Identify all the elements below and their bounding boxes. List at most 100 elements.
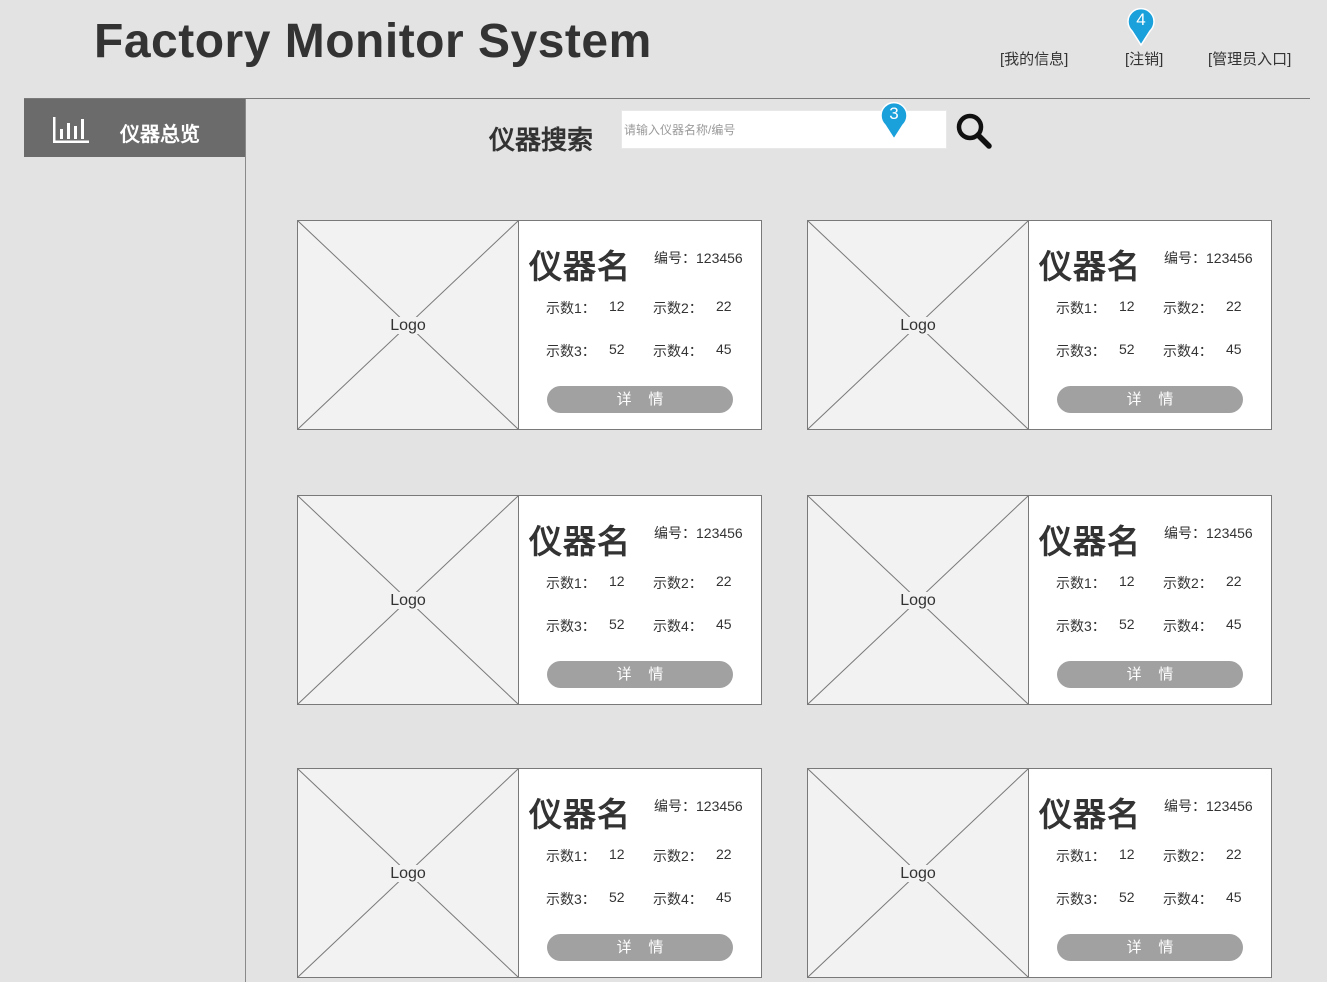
instrument-id: 编号：123456	[654, 798, 743, 814]
logo-text: Logo	[898, 865, 938, 882]
details-button[interactable]: 详 情	[1057, 386, 1243, 413]
reading-label: 示数1：	[1056, 848, 1106, 864]
instrument-info: 仪器名 编号：123456 示数1： 12 示数2： 22 示数3： 52 示数…	[1028, 220, 1272, 430]
reading-value: 22	[1226, 573, 1242, 589]
reading-value: 22	[716, 298, 732, 314]
reading-label: 示数3：	[1056, 618, 1106, 634]
details-button[interactable]: 详 情	[1057, 934, 1243, 961]
reading-label: 示数2：	[1163, 300, 1213, 316]
reading-label: 示数3：	[546, 343, 596, 359]
reading-value: 45	[1226, 889, 1242, 905]
instrument-name: 仪器名	[1039, 523, 1141, 560]
search-label: 仪器搜索	[489, 125, 594, 155]
logo-text: Logo	[898, 592, 938, 609]
reading-label: 示数1：	[546, 848, 596, 864]
sidebar: 仪器总览	[24, 99, 246, 982]
reading-label: 示数4：	[1163, 343, 1213, 359]
instrument-name: 仪器名	[529, 796, 631, 833]
reading-value: 22	[1226, 298, 1242, 314]
details-button[interactable]: 详 情	[547, 934, 733, 961]
logo-text: Logo	[388, 592, 428, 609]
instrument-info: 仪器名 编号：123456 示数1： 12 示数2： 22 示数3： 52 示数…	[518, 220, 762, 430]
reading-label: 示数2：	[1163, 575, 1213, 591]
reading-value: 52	[1119, 341, 1135, 357]
instrument-logo-placeholder: Logo	[807, 768, 1029, 978]
reading-value: 12	[609, 573, 625, 589]
details-button[interactable]: 详 情	[1057, 661, 1243, 688]
instrument-id: 编号：123456	[1164, 250, 1253, 266]
instrument-card: Logo 仪器名 编号：123456 示数1： 12 示数2： 22 示数3： …	[807, 768, 1272, 978]
marker-number: 4	[1136, 10, 1146, 29]
instrument-logo-placeholder: Logo	[297, 220, 519, 430]
reading-label: 示数4：	[653, 618, 703, 634]
reading-label: 示数1：	[546, 575, 596, 591]
admin-entry-link[interactable]: [管理员入口]	[1208, 48, 1291, 69]
reading-value: 52	[1119, 616, 1135, 632]
reading-value: 12	[609, 298, 625, 314]
annotation-marker-3: 3	[880, 100, 908, 141]
reading-value: 22	[716, 846, 732, 862]
reading-label: 示数3：	[546, 891, 596, 907]
instrument-name: 仪器名	[529, 248, 631, 285]
logo-text: Logo	[388, 865, 428, 882]
reading-label: 示数2：	[653, 575, 703, 591]
details-button[interactable]: 详 情	[547, 386, 733, 413]
reading-value: 12	[1119, 573, 1135, 589]
reading-value: 22	[716, 573, 732, 589]
instrument-id: 编号：123456	[654, 250, 743, 266]
reading-value: 45	[1226, 616, 1242, 632]
instrument-card: Logo 仪器名 编号：123456 示数1： 12 示数2： 22 示数3： …	[297, 768, 762, 978]
logo-text: Logo	[898, 317, 938, 334]
logo-text: Logo	[388, 317, 428, 334]
instrument-name: 仪器名	[1039, 248, 1141, 285]
reading-value: 12	[1119, 846, 1135, 862]
marker-number: 3	[889, 104, 899, 123]
instrument-logo-placeholder: Logo	[297, 495, 519, 705]
instrument-logo-placeholder: Logo	[807, 220, 1029, 430]
bar-chart-icon	[53, 117, 89, 143]
reading-value: 45	[716, 889, 732, 905]
instrument-info: 仪器名 编号：123456 示数1： 12 示数2： 22 示数3： 52 示数…	[518, 495, 762, 705]
logout-link[interactable]: [注销]	[1125, 48, 1163, 69]
instrument-card: Logo 仪器名 编号：123456 示数1： 12 示数2： 22 示数3： …	[297, 220, 762, 430]
reading-value: 45	[1226, 341, 1242, 357]
top-nav: [我的信息] [注销] [管理员入口]	[0, 48, 1327, 68]
my-info-link[interactable]: [我的信息]	[1000, 48, 1068, 69]
search-icon[interactable]	[955, 112, 993, 150]
reading-value: 45	[716, 341, 732, 357]
instrument-card: Logo 仪器名 编号：123456 示数1： 12 示数2： 22 示数3： …	[297, 495, 762, 705]
reading-label: 示数4：	[1163, 618, 1213, 634]
instrument-card: Logo 仪器名 编号：123456 示数1： 12 示数2： 22 示数3： …	[807, 220, 1272, 430]
reading-label: 示数4：	[653, 343, 703, 359]
instrument-name: 仪器名	[529, 523, 631, 560]
instrument-info: 仪器名 编号：123456 示数1： 12 示数2： 22 示数3： 52 示数…	[518, 768, 762, 978]
sidebar-item-label: 仪器总览	[120, 124, 200, 146]
instrument-card: Logo 仪器名 编号：123456 示数1： 12 示数2： 22 示数3： …	[807, 495, 1272, 705]
reading-value: 52	[609, 889, 625, 905]
instrument-logo-placeholder: Logo	[807, 495, 1029, 705]
instrument-logo-placeholder: Logo	[297, 768, 519, 978]
reading-value: 22	[1226, 846, 1242, 862]
annotation-marker-4: 4	[1127, 6, 1155, 47]
reading-label: 示数2：	[1163, 848, 1213, 864]
reading-label: 示数3：	[1056, 891, 1106, 907]
reading-value: 52	[609, 616, 625, 632]
reading-label: 示数1：	[1056, 300, 1106, 316]
instrument-info: 仪器名 编号：123456 示数1： 12 示数2： 22 示数3： 52 示数…	[1028, 768, 1272, 978]
reading-label: 示数2：	[653, 848, 703, 864]
instrument-id: 编号：123456	[1164, 525, 1253, 541]
reading-value: 52	[1119, 889, 1135, 905]
reading-value: 52	[609, 341, 625, 357]
instrument-id: 编号：123456	[654, 525, 743, 541]
sidebar-item-instrument-overview[interactable]: 仪器总览	[24, 99, 245, 157]
reading-value: 12	[609, 846, 625, 862]
reading-label: 示数1：	[1056, 575, 1106, 591]
reading-label: 示数4：	[653, 891, 703, 907]
instrument-name: 仪器名	[1039, 796, 1141, 833]
details-button[interactable]: 详 情	[547, 661, 733, 688]
reading-value: 45	[716, 616, 732, 632]
reading-label: 示数3：	[1056, 343, 1106, 359]
reading-label: 示数2：	[653, 300, 703, 316]
instrument-id: 编号：123456	[1164, 798, 1253, 814]
reading-value: 12	[1119, 298, 1135, 314]
